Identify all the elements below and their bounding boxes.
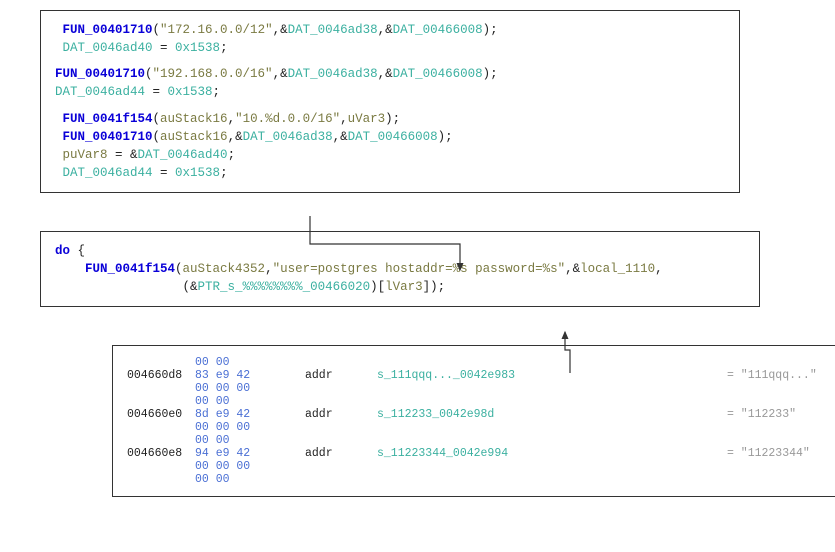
table-row: 00 00 <box>127 473 835 486</box>
func-call: FUN_00401710 <box>63 23 153 37</box>
code-line: DAT_0046ad44 = 0x1538; <box>55 164 725 182</box>
code-line: FUN_00401710(auStack16,&DAT_0046ad38,&DA… <box>55 128 725 146</box>
table-row: 00 00 <box>127 356 835 369</box>
code-line: FUN_0041f154(auStack4352,"user=postgres … <box>55 260 745 278</box>
code-line: puVar8 = &DAT_0046ad40; <box>55 146 725 164</box>
table-row: 00 00 00 <box>127 460 835 473</box>
code-line: FUN_00401710("192.168.0.0/16",&DAT_0046a… <box>55 65 725 83</box>
table-row: 00 00 00 <box>127 421 835 434</box>
table-row: 00 00 <box>127 395 835 408</box>
code-line: (&PTR_s_%%%%%%%%_00466020)[lVar3]); <box>55 278 745 296</box>
table-row: 00 00 <box>127 434 835 447</box>
table-row: 004660d8 83 e9 42 addr s_111qqq..._0042e… <box>127 369 835 382</box>
code-block-connection-string: do { FUN_0041f154(auStack4352,"user=post… <box>40 231 760 307</box>
table-row: 004660e8 94 e9 42 addr s_11223344_0042e9… <box>127 447 835 460</box>
table-row: 00 00 00 <box>127 382 835 395</box>
data-block-password-strings: 00 00 004660d8 83 e9 42 addr s_111qqq...… <box>112 345 835 497</box>
code-line: do { <box>55 242 745 260</box>
table-row: 004660e0 8d e9 42 addr s_112233_0042e98d… <box>127 408 835 421</box>
code-line: DAT_0046ad40 = 0x1538; <box>55 39 725 57</box>
code-line: FUN_0041f154(auStack16,"10.%d.0.0/16",uV… <box>55 110 725 128</box>
code-line: DAT_0046ad44 = 0x1538; <box>55 83 725 101</box>
code-line: FUN_00401710("172.16.0.0/12",&DAT_0046ad… <box>55 21 725 39</box>
code-block-ip-ranges: FUN_00401710("172.16.0.0/12",&DAT_0046ad… <box>40 10 740 193</box>
